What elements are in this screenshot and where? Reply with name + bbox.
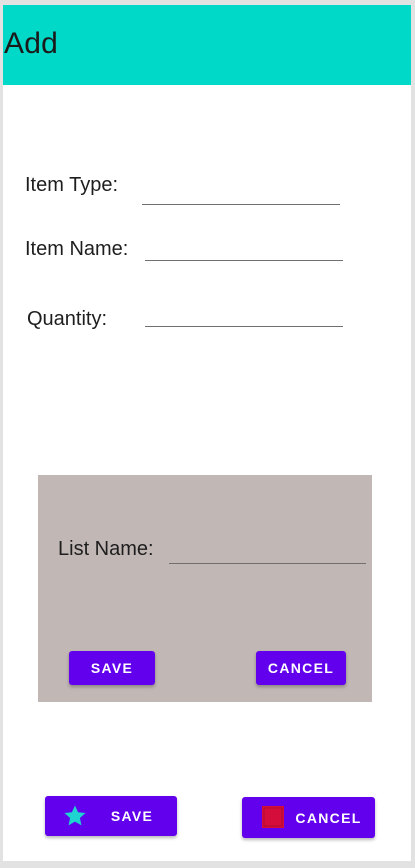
cancel-label: CANCEL: [295, 809, 362, 826]
quantity-label: Quantity:: [27, 308, 108, 330]
list-name-label: List Name:: [58, 538, 154, 560]
app-bar: Add: [3, 5, 411, 85]
list-name-input[interactable]: [169, 537, 366, 564]
dialog-cancel-button[interactable]: CANCEL: [256, 651, 346, 685]
item-type-label: Item Type:: [25, 174, 119, 196]
item-name-input[interactable]: [145, 234, 343, 261]
dialog-save-button[interactable]: SAVE: [69, 651, 155, 685]
red-square-icon: [262, 806, 284, 828]
app-screen: Add Item Type: Item Name: Quantity: List…: [3, 5, 411, 861]
star-icon: [63, 804, 87, 828]
item-name-label: Item Name:: [25, 238, 129, 260]
quantity-input[interactable]: [145, 300, 343, 327]
new-list-dialog: List Name: SAVE CANCEL: [38, 475, 372, 702]
save-label: SAVE: [110, 808, 154, 824]
item-type-input[interactable]: [142, 178, 340, 205]
dialog-cancel-label: CANCEL: [267, 660, 335, 676]
save-button[interactable]: SAVE: [45, 796, 177, 836]
device-frame: Add Item Type: Item Name: Quantity: List…: [0, 0, 415, 868]
app-bar-title: Add: [4, 27, 58, 60]
dialog-save-label: SAVE: [90, 660, 134, 676]
cancel-button[interactable]: CANCEL: [242, 797, 375, 838]
